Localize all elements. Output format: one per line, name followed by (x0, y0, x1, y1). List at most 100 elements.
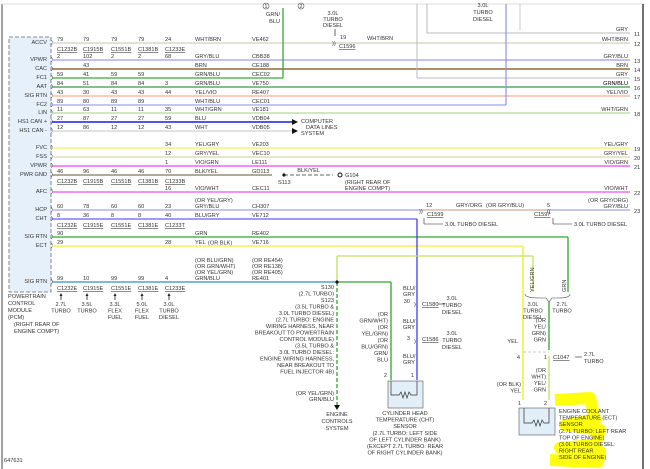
c1599-id: C1599 (427, 212, 443, 218)
pin-number: 46 (57, 169, 63, 175)
pcm-location-line: ENGINE COMPT) (14, 329, 59, 335)
wire-color: VIO/WHT (195, 186, 220, 192)
pin-number: 79 (138, 37, 144, 43)
connector-symbol: )) (332, 41, 336, 47)
pin-number: 3 (165, 81, 168, 87)
connector-id: C1232E (57, 286, 77, 292)
cht-pin2-wire: YEL/GRN) (362, 332, 389, 338)
c1580-pin: 30 (404, 299, 410, 305)
engine-variant-label: 2.7L TURBO (51, 302, 71, 315)
pin-number: 12 (138, 125, 144, 131)
right-wire-label: BRN (616, 63, 628, 69)
ect-sensor-label: (2.7L TURBO: LEFT REAR (559, 429, 626, 435)
ect-upper-wire-alt: (OR (536, 318, 546, 324)
pin-number: 63 (83, 107, 89, 113)
pin-row-sig-rtn: SIG RTN) 90 GRN RE402 (24, 231, 568, 240)
ect-lower-wire-alt: (OR (536, 368, 546, 374)
pin-label: ACCV (31, 40, 47, 46)
arrow-head-icon (85, 293, 89, 296)
right-wire-label: GRY/BLU (604, 54, 628, 60)
pin-row-aat: AAT) 84 51 84 84 3 GRN/BLU VE750 GRN/BLU16 (37, 81, 641, 92)
circuit-id: VE181 (252, 107, 269, 113)
splice-note: BREAKOUT TO POWERTRAIN (255, 331, 334, 337)
pin-row-fc2: FC2) 89 80 89 89 WHT/BLU CEC01 (36, 99, 506, 108)
c1586-id: C1586 (422, 337, 438, 343)
cht-sensor-label: TEMPERATURE (CHT) (376, 418, 435, 424)
pin-number: 51 (83, 81, 89, 87)
ect-yel-label: YEL (507, 339, 518, 345)
c1047-pin-1: 1 (544, 355, 547, 361)
ect-upper-wire-alt: GRN) (532, 331, 546, 337)
pin-number: 36 (83, 213, 89, 219)
pin-number: 16 (165, 186, 171, 192)
c1596-wire: WHT/BRN (367, 36, 393, 42)
connector-id: C1232B (57, 47, 77, 53)
cht-sensor-label: (2.7L TURBO: LEFT SIDE (373, 431, 438, 437)
wire-color-alt: (OR BLK) (208, 241, 232, 247)
right-wire-label-alt: (OR GRY/ORG) (588, 198, 628, 204)
pin-row-cht: CHT) 8 36 8 8 40 BLU/GRY VE712 (36, 213, 417, 222)
c1580-note: DIESEL (442, 310, 462, 316)
ect-lower-wire-alt: WHT) (531, 375, 546, 381)
pin-label: LIN (38, 110, 47, 116)
ect-sensor-label: TOP OF ENGINE) (559, 435, 605, 441)
wire-color: BLK/YEL (195, 169, 218, 175)
engine-variant-line: 2.7L (56, 302, 67, 308)
c1596-pin: 19 (340, 35, 346, 41)
pin-number: 27 (57, 116, 63, 122)
ect-pin1-wire: YEL (510, 389, 521, 395)
pin-number: 46 (138, 169, 144, 175)
figure-id: 647631 (4, 458, 23, 464)
pin-row-hs1-can-: HS1 CAN +) 27 87 27 27 59 BLU VDB04 (18, 116, 292, 125)
wire-color: WHT/GRN (195, 107, 222, 113)
circuit-id: CEC11 (252, 186, 270, 192)
connector-id: C1915B (83, 179, 103, 185)
brace-left-label: 3.0L (528, 302, 539, 308)
engine-variant-line: TURBO (77, 309, 97, 315)
fc1-wire-label: GRN/ (266, 12, 280, 18)
cht-pin2-wire: GRN/WHT) (359, 319, 388, 325)
gry-note: TURBO (473, 10, 493, 16)
ecs-label: SYSTEM (325, 426, 348, 432)
connector-id: C1381B (138, 47, 158, 53)
connector-symbol: )) (419, 209, 423, 215)
pin-number: 12 (165, 151, 171, 157)
ground-icon (337, 172, 343, 178)
wire-color: WHT/BLU (195, 99, 220, 105)
pin-row-hs1-can-: HS1 CAN -) 12 86 12 12 43 WHT VDB05 (19, 125, 292, 134)
pin-number: 59 (111, 72, 117, 78)
cht-pin-2: 2 (384, 373, 387, 379)
pin-label: CHT (36, 216, 48, 222)
pin-number: 90 (57, 231, 63, 237)
ect-pin1-wire: (OR BLK) (497, 382, 521, 388)
pin-number: 2 (57, 54, 60, 60)
c1586-note: TURBO (442, 338, 462, 344)
pin-row-vpwr: VPWR) 1 VIO/GRN LE111 VIO/GRN21 (30, 160, 640, 171)
pin-number: 30 (83, 90, 89, 96)
engine-variant-line: FLEX (108, 309, 122, 315)
circuit-id: VE716 (252, 240, 269, 246)
grn-vertical-label: GRN (562, 280, 568, 292)
arrow-right-icon (292, 128, 298, 134)
connector-id: C1381E (138, 223, 158, 229)
brace-right-label: TURBO (552, 309, 572, 315)
cht-sensor-label: OF LEFT CYLINDER BANK) (369, 437, 441, 443)
cht-pin2-wire: (OR (378, 338, 388, 344)
connector-symbol: ) (414, 302, 416, 308)
engine-variant-line: 3.3L (110, 302, 121, 308)
pin-number: 59 (57, 72, 63, 78)
ecs-label: CONTROLS (321, 419, 352, 425)
right-wire-label: VIO/WHT (604, 186, 629, 192)
engine-variant-line: TURBO (51, 309, 71, 315)
circuit-id: LE111 (252, 160, 267, 166)
connector-id: C1233E (165, 47, 185, 53)
right-wire-label: GRY (616, 27, 628, 33)
pin-number: 23 (165, 204, 171, 210)
pin-number: 2 (111, 54, 114, 60)
pin-label: SIG RTN (24, 234, 47, 240)
cht-pin2-wire: BLU (377, 358, 388, 364)
pcm-name-line: CONTROL (8, 301, 35, 307)
engine-variant-line: FLEX (135, 309, 149, 315)
ect-lower-wire-alt: GRN (534, 388, 546, 394)
pin-label: FC2 (36, 102, 47, 108)
